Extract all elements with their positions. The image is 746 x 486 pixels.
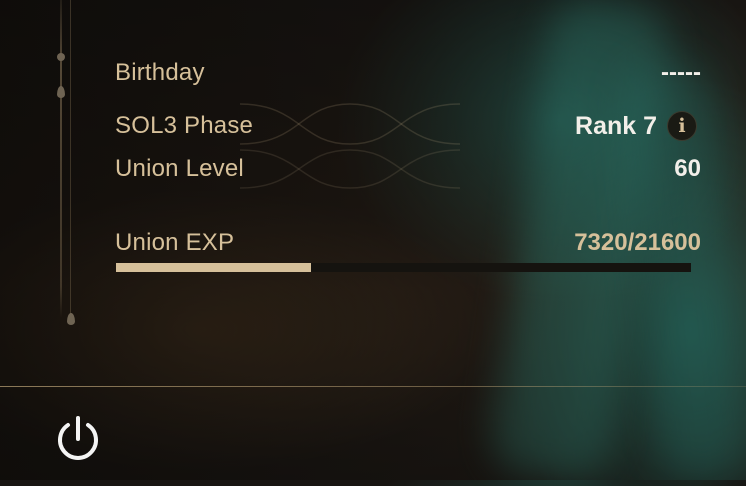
sol3-phase-label: SOL3 Phase (115, 112, 254, 139)
decorative-vertical-line (70, 0, 71, 318)
power-icon[interactable] (53, 414, 103, 464)
birthday-value: ----- (661, 59, 701, 86)
union-level-value: 60 (674, 155, 701, 182)
birthday-label: Birthday (115, 59, 205, 86)
decorative-vertical-line (60, 0, 62, 318)
union-exp-progress-bar (116, 263, 691, 272)
union-exp-progress-fill (116, 263, 311, 272)
decorative-weave (240, 103, 460, 189)
union-exp-value: 7320/21600 (574, 229, 701, 256)
sol3-phase-value: Rank 7 (575, 112, 657, 140)
union-exp-label: Union EXP (115, 229, 235, 256)
union-level-label: Union Level (115, 155, 244, 182)
decorative-drop (67, 313, 75, 325)
decorative-drop (57, 86, 65, 98)
info-icon[interactable]: i (667, 111, 697, 141)
decorative-dot (57, 53, 65, 61)
footer-divider (0, 386, 746, 387)
